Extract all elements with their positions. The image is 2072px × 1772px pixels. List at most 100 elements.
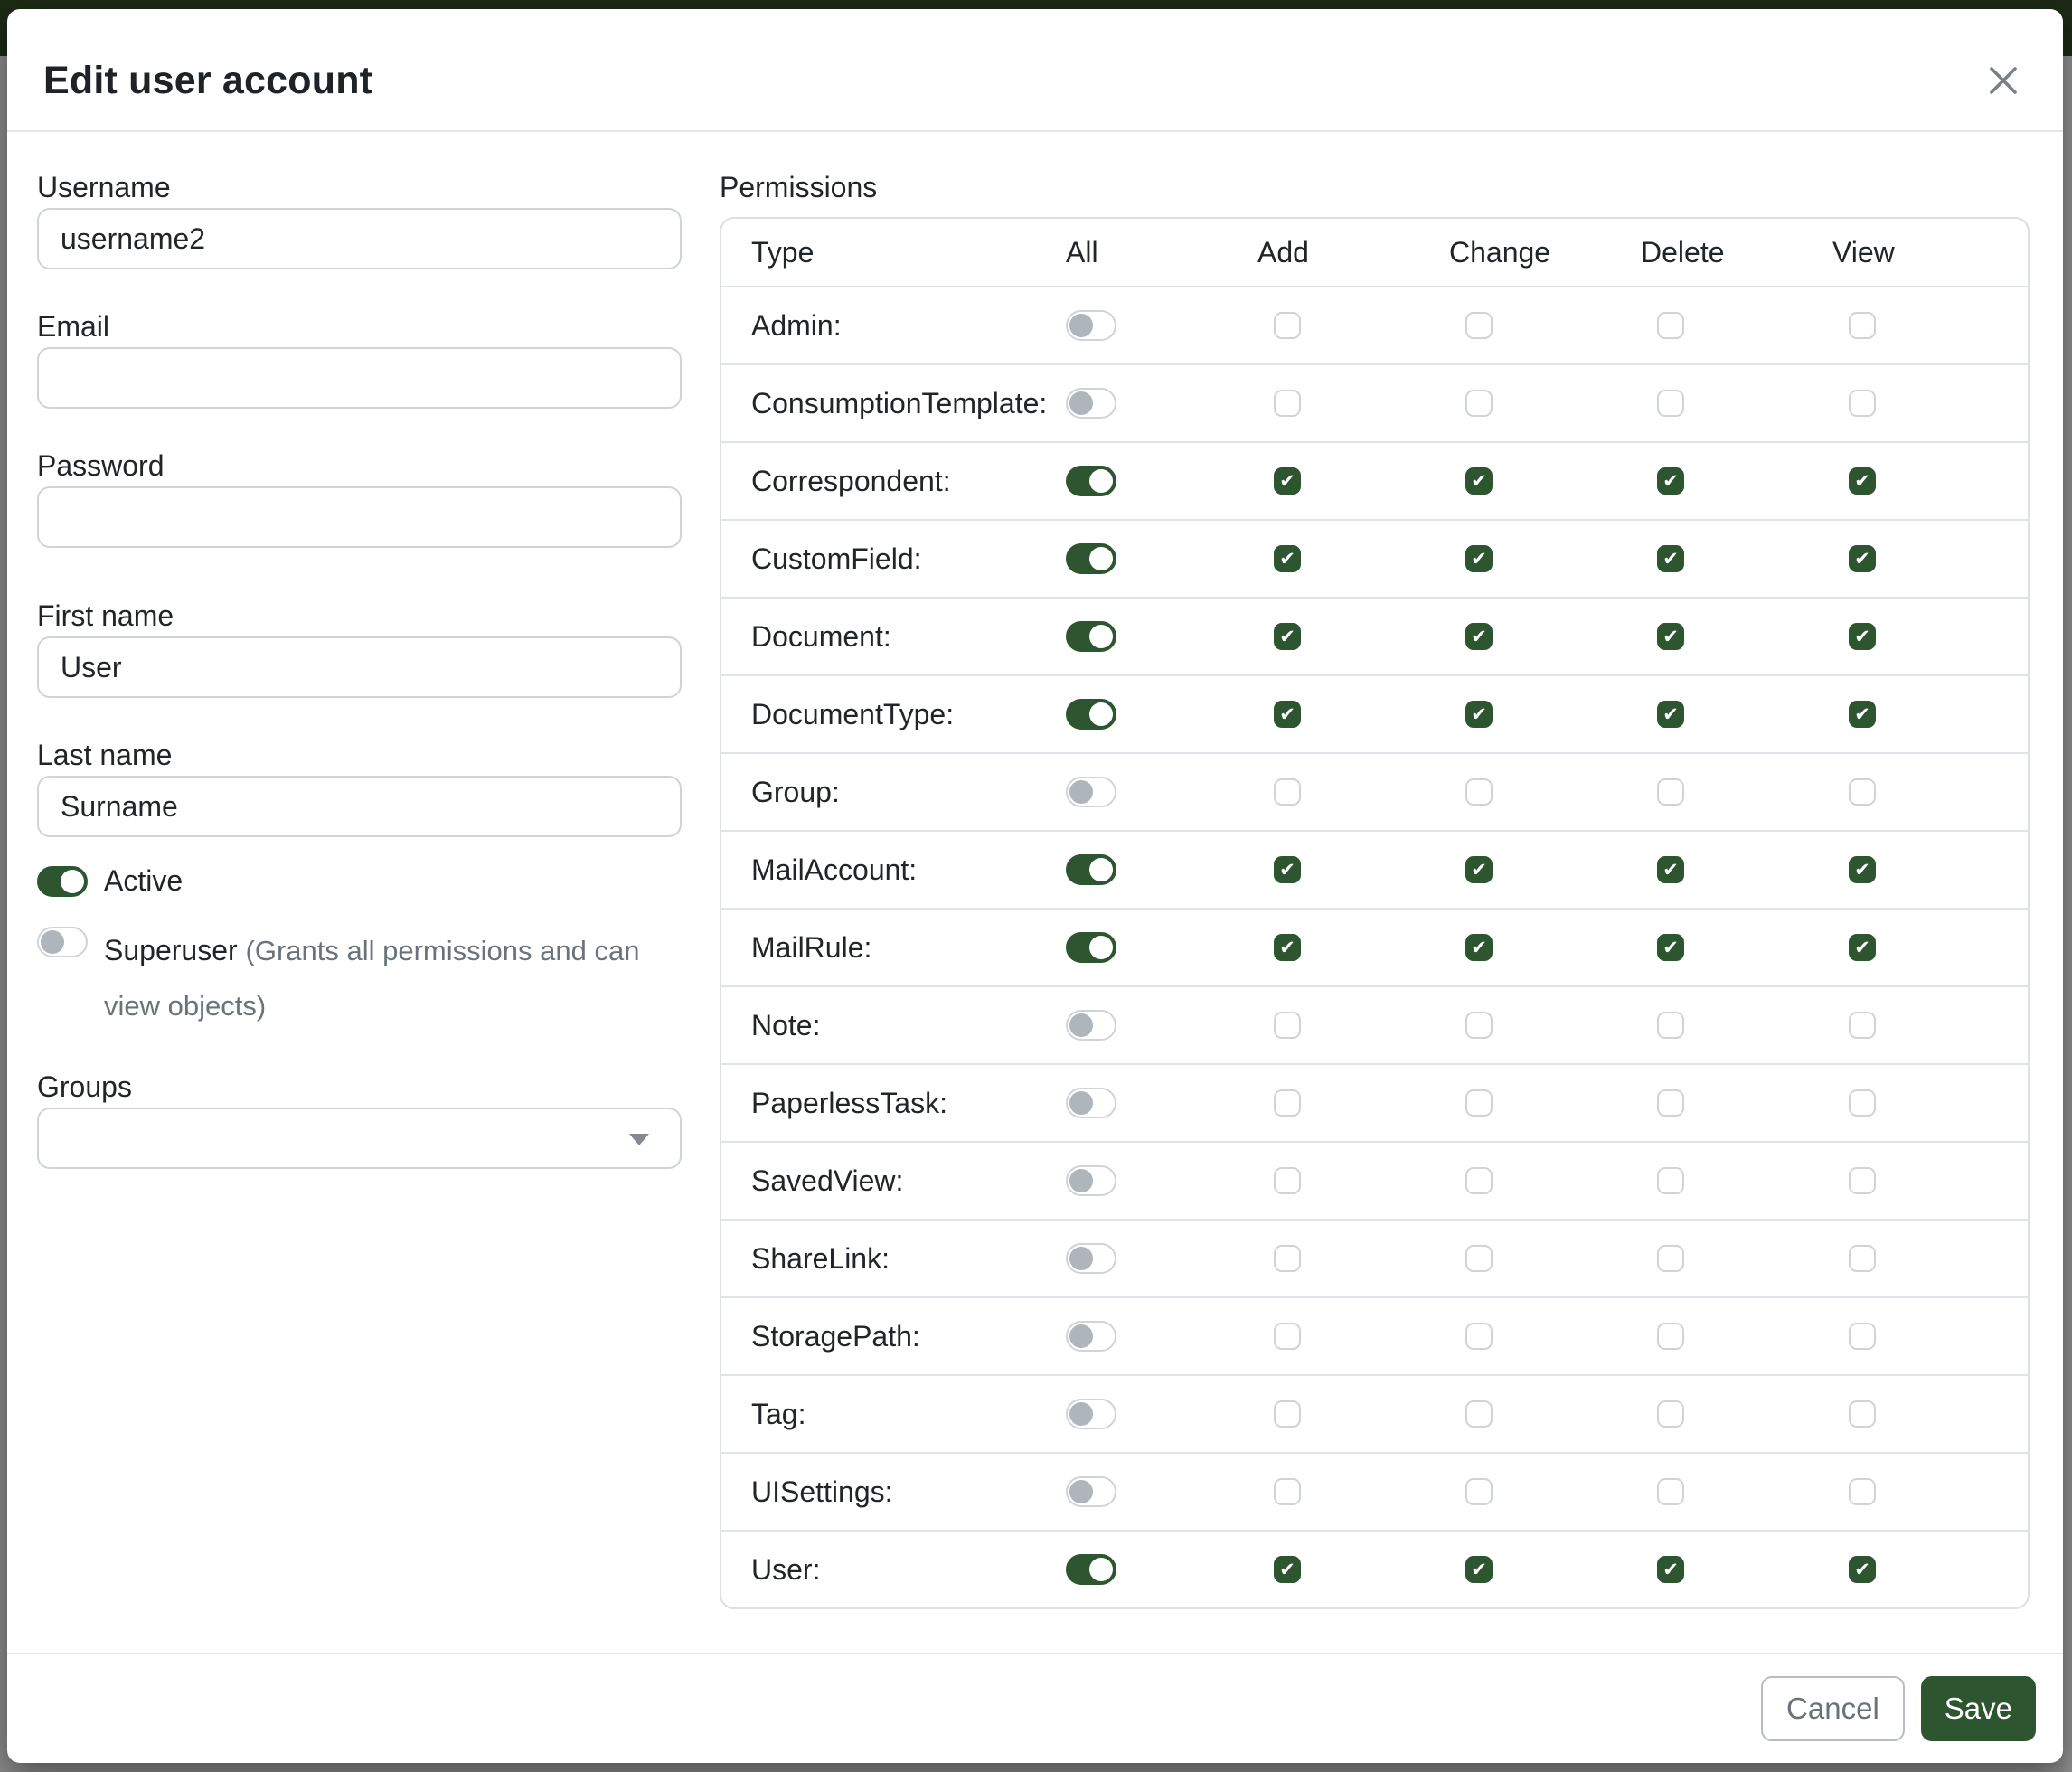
perm-checkbox-change[interactable]: ✔: [1465, 545, 1493, 572]
perm-checkbox-add[interactable]: [1274, 1245, 1301, 1272]
perm-checkbox-view[interactable]: ✔: [1849, 701, 1876, 728]
perm-checkbox-delete[interactable]: [1657, 1089, 1684, 1117]
perm-toggle-all[interactable]: [1066, 1476, 1116, 1507]
perm-toggle-all[interactable]: [1066, 621, 1116, 652]
permission-row: SavedView:: [721, 1141, 2028, 1219]
perm-checkbox-change[interactable]: [1465, 1400, 1493, 1428]
perm-checkbox-view[interactable]: [1849, 1245, 1876, 1272]
save-button[interactable]: Save: [1921, 1676, 2036, 1741]
username-input[interactable]: [37, 208, 682, 269]
perm-checkbox-view[interactable]: [1849, 1167, 1876, 1194]
close-button[interactable]: [1980, 57, 2027, 104]
perm-checkbox-delete[interactable]: ✔: [1657, 1556, 1684, 1583]
perm-toggle-all[interactable]: [1066, 388, 1116, 419]
perm-checkbox-add[interactable]: [1274, 1323, 1301, 1350]
perm-checkbox-delete[interactable]: ✔: [1657, 623, 1684, 650]
active-toggle[interactable]: [37, 866, 88, 897]
perm-toggle-all[interactable]: [1066, 1243, 1116, 1274]
perm-checkbox-change[interactable]: ✔: [1465, 623, 1493, 650]
perm-checkbox-view[interactable]: ✔: [1849, 467, 1876, 495]
perm-checkbox-change[interactable]: [1465, 1089, 1493, 1117]
perm-toggle-all[interactable]: [1066, 1399, 1116, 1429]
perm-checkbox-add[interactable]: [1274, 1012, 1301, 1039]
perm-checkbox-view[interactable]: [1849, 1089, 1876, 1117]
perm-checkbox-delete[interactable]: ✔: [1657, 701, 1684, 728]
perm-toggle-all[interactable]: [1066, 466, 1116, 496]
perm-checkbox-add[interactable]: ✔: [1274, 623, 1301, 650]
perm-checkbox-view[interactable]: [1849, 1400, 1876, 1428]
perm-checkbox-view[interactable]: [1849, 390, 1876, 417]
perm-checkbox-add[interactable]: ✔: [1274, 856, 1301, 883]
password-input[interactable]: [37, 486, 682, 548]
perm-checkbox-add[interactable]: ✔: [1274, 467, 1301, 495]
perm-checkbox-change[interactable]: [1465, 1012, 1493, 1039]
check-icon: ✔: [1279, 938, 1295, 957]
perm-checkbox-view[interactable]: ✔: [1849, 934, 1876, 961]
perm-checkbox-change[interactable]: [1465, 778, 1493, 806]
perm-checkbox-add[interactable]: ✔: [1274, 701, 1301, 728]
perm-toggle-all[interactable]: [1066, 1321, 1116, 1352]
perm-toggle-all[interactable]: [1066, 932, 1116, 963]
perm-toggle-all[interactable]: [1066, 699, 1116, 730]
perm-checkbox-add[interactable]: ✔: [1274, 934, 1301, 961]
perm-checkbox-delete[interactable]: [1657, 1400, 1684, 1428]
perm-checkbox-view[interactable]: ✔: [1849, 545, 1876, 572]
perm-checkbox-delete[interactable]: [1657, 1012, 1684, 1039]
perm-checkbox-delete[interactable]: [1657, 778, 1684, 806]
perm-toggle-all[interactable]: [1066, 543, 1116, 574]
superuser-toggle[interactable]: [37, 927, 88, 957]
groups-select[interactable]: [37, 1108, 682, 1169]
perm-toggle-all[interactable]: [1066, 1165, 1116, 1196]
perm-checkbox-view[interactable]: [1849, 312, 1876, 339]
page-scrollbar[interactable]: [2063, 56, 2072, 1772]
perm-checkbox-add[interactable]: ✔: [1274, 545, 1301, 572]
perm-toggle-all[interactable]: [1066, 1554, 1116, 1585]
perm-checkbox-delete[interactable]: [1657, 390, 1684, 417]
perm-checkbox-change[interactable]: ✔: [1465, 934, 1493, 961]
perm-checkbox-delete[interactable]: [1657, 1245, 1684, 1272]
perm-checkbox-change[interactable]: [1465, 1478, 1493, 1505]
perm-checkbox-add[interactable]: [1274, 1089, 1301, 1117]
perm-checkbox-change[interactable]: [1465, 390, 1493, 417]
perm-checkbox-delete[interactable]: [1657, 1323, 1684, 1350]
perm-checkbox-change[interactable]: [1465, 312, 1493, 339]
perm-cell-change: ✔: [1444, 856, 1635, 883]
cancel-button[interactable]: Cancel: [1761, 1676, 1905, 1741]
perm-checkbox-view[interactable]: ✔: [1849, 623, 1876, 650]
perm-checkbox-delete[interactable]: ✔: [1657, 856, 1684, 883]
perm-checkbox-add[interactable]: [1274, 390, 1301, 417]
perm-checkbox-delete[interactable]: [1657, 312, 1684, 339]
email-input[interactable]: [37, 347, 682, 409]
perm-toggle-all[interactable]: [1066, 777, 1116, 807]
perm-checkbox-add[interactable]: [1274, 1400, 1301, 1428]
last-name-input[interactable]: [37, 776, 682, 837]
perm-checkbox-view[interactable]: [1849, 1323, 1876, 1350]
perm-toggle-all[interactable]: [1066, 1010, 1116, 1041]
perm-checkbox-add[interactable]: [1274, 312, 1301, 339]
perm-checkbox-view[interactable]: [1849, 1012, 1876, 1039]
perm-checkbox-change[interactable]: ✔: [1465, 701, 1493, 728]
perm-checkbox-add[interactable]: [1274, 778, 1301, 806]
perm-checkbox-add[interactable]: ✔: [1274, 1556, 1301, 1583]
perm-checkbox-view[interactable]: ✔: [1849, 1556, 1876, 1583]
perm-checkbox-delete[interactable]: ✔: [1657, 934, 1684, 961]
perm-checkbox-add[interactable]: [1274, 1167, 1301, 1194]
perm-checkbox-delete[interactable]: ✔: [1657, 545, 1684, 572]
perm-checkbox-change[interactable]: ✔: [1465, 1556, 1493, 1583]
perm-checkbox-change[interactable]: [1465, 1245, 1493, 1272]
perm-toggle-all[interactable]: [1066, 854, 1116, 885]
perm-checkbox-view[interactable]: ✔: [1849, 856, 1876, 883]
first-name-input[interactable]: [37, 636, 682, 698]
perm-checkbox-delete[interactable]: [1657, 1167, 1684, 1194]
perm-checkbox-view[interactable]: [1849, 1478, 1876, 1505]
perm-checkbox-change[interactable]: ✔: [1465, 856, 1493, 883]
perm-checkbox-add[interactable]: [1274, 1478, 1301, 1505]
perm-toggle-all[interactable]: [1066, 310, 1116, 341]
perm-checkbox-delete[interactable]: ✔: [1657, 467, 1684, 495]
perm-checkbox-change[interactable]: [1465, 1323, 1493, 1350]
perm-checkbox-view[interactable]: [1849, 778, 1876, 806]
perm-checkbox-change[interactable]: [1465, 1167, 1493, 1194]
perm-toggle-all[interactable]: [1066, 1088, 1116, 1118]
perm-checkbox-change[interactable]: ✔: [1465, 467, 1493, 495]
perm-checkbox-delete[interactable]: [1657, 1478, 1684, 1505]
